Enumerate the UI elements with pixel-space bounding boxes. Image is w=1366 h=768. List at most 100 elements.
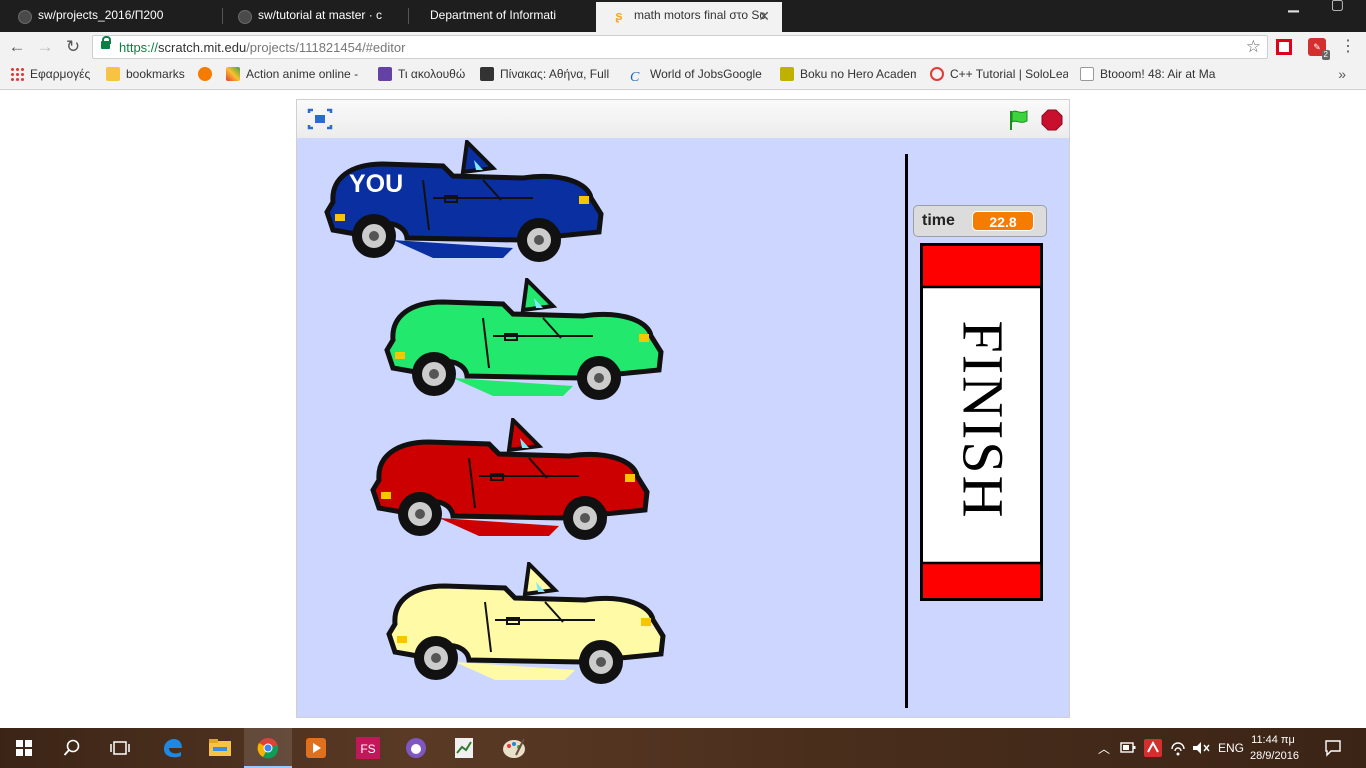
finish-line: [905, 154, 908, 708]
clock-date: 28/9/2016: [1250, 750, 1299, 762]
taskbar-app[interactable]: FS: [344, 728, 392, 768]
svg-text:FS: FS: [360, 742, 375, 756]
search-button[interactable]: [48, 728, 96, 768]
tab-title: math motors final στο Sc: [634, 8, 766, 22]
fs-app-icon: FS: [356, 737, 380, 759]
player-car-sprite[interactable]: [323, 140, 605, 270]
cat-icon: [480, 67, 494, 81]
site-icon-yellow: [780, 67, 794, 81]
tab-title: sw/projects_2016/Π200: [38, 8, 164, 22]
close-tab-icon[interactable]: ✕: [758, 8, 770, 25]
bookmark-item[interactable]: C++ Tutorial | SoloLea: [930, 67, 1068, 81]
taskbar-app-active[interactable]: [244, 728, 292, 768]
taskbar-clock[interactable]: 11:44 πμ 28/9/2016: [1250, 732, 1299, 764]
bookmark-item[interactable]: Τι ακολουθώ: [378, 67, 465, 81]
antivirus-icon[interactable]: [1144, 739, 1162, 757]
address-bar[interactable]: https://scratch.mit.edu/projects/1118214…: [92, 35, 1268, 59]
car-label: YOU: [349, 170, 404, 198]
scratch-favicon-icon: ʂ: [615, 8, 623, 23]
paint-icon: [503, 738, 525, 758]
bookmark-label: bookmarks: [126, 67, 185, 81]
red-car-sprite[interactable]: [369, 418, 651, 548]
action-center-icon[interactable]: [1324, 739, 1342, 757]
fullscreen-icon[interactable]: [307, 108, 333, 130]
opera-extension-icon[interactable]: [1276, 39, 1292, 55]
tab-title: sw/tutorial at master · c: [258, 8, 383, 22]
bookmark-label: Τι ακολουθώ: [398, 67, 466, 81]
extension-icon[interactable]: ✎ 2: [1308, 38, 1330, 60]
github-icon: [238, 10, 252, 24]
url-scheme: https://: [119, 40, 159, 55]
bookmark-item[interactable]: C World of JobsGoogle: [630, 67, 764, 85]
stop-sign-icon[interactable]: [1041, 109, 1063, 131]
start-button[interactable]: [0, 728, 48, 768]
extension-badge: 2: [1321, 50, 1330, 60]
bookmark-label: Εφαρμογές: [30, 67, 91, 81]
bookmark-label: C++ Tutorial | SoloLea: [950, 67, 1068, 81]
bookmark-item[interactable]: [198, 67, 218, 81]
bookmark-label: Action anime online -: [246, 67, 359, 81]
taskbar-app[interactable]: [292, 728, 340, 768]
taskbar-app[interactable]: [148, 728, 196, 768]
green-flag-icon[interactable]: [1007, 108, 1031, 132]
tab-separator: [408, 8, 409, 24]
bookmark-label: Πίνακας: Αθήνα, Full: [500, 67, 610, 81]
github-icon: [18, 10, 32, 24]
folder-icon: [106, 67, 120, 81]
more-bookmarks-icon[interactable]: »: [1338, 66, 1346, 82]
taskbar-app[interactable]: [392, 728, 440, 768]
url-host: scratch.mit.edu: [158, 40, 247, 55]
variable-monitor-time[interactable]: time 22.8: [913, 205, 1047, 237]
window-controls[interactable]: ▁ ▢: [1288, 0, 1358, 13]
site-icon-orange: [198, 67, 212, 81]
green-car-sprite[interactable]: [383, 278, 665, 408]
browser-tab[interactable]: sw/tutorial at master · c: [220, 2, 408, 32]
browser-tab[interactable]: sw/projects_2016/Π200: [0, 2, 222, 32]
reload-icon[interactable]: ↻: [62, 36, 84, 58]
scratch-stage[interactable]: YOU time 22.8 FINISH: [297, 138, 1069, 717]
bookmark-item[interactable]: Action anime online -: [226, 67, 366, 81]
bookmark-item[interactable]: Btooom! 48: Air at Ma: [1080, 67, 1216, 81]
variable-value: 22.8: [972, 211, 1034, 231]
tab-title: Department of Informati: [430, 8, 557, 22]
tray-overflow-icon[interactable]: ︿: [1098, 740, 1110, 757]
bookmark-folder[interactable]: bookmarks: [106, 67, 185, 81]
browser-menu-icon[interactable]: ⋮: [1340, 36, 1356, 56]
browser-tab-active[interactable]: ʂ math motors final στο Sc ✕: [596, 2, 782, 32]
bookmark-item[interactable]: Boku no Hero Academ: [780, 67, 916, 81]
back-arrow-icon[interactable]: ←: [6, 36, 28, 58]
scratch-player: YOU time 22.8 FINISH: [296, 99, 1070, 718]
browser-tab[interactable]: Department of Informati: [410, 2, 596, 32]
battery-icon[interactable]: [1120, 742, 1136, 754]
taskbar-app[interactable]: [490, 728, 538, 768]
url-text[interactable]: https://scratch.mit.edu/projects/1118214…: [119, 40, 405, 55]
yellow-car-sprite[interactable]: [385, 562, 667, 692]
windows-taskbar: FS ︿ ENG 11:44 πμ 28/9/2016: [0, 728, 1366, 768]
lock-icon: [101, 36, 111, 49]
notepad-chart-icon: [455, 738, 473, 758]
player-controls-bar: [297, 100, 1069, 139]
taskbar-app[interactable]: [440, 728, 488, 768]
bookmark-label: Btooom! 48: Air at Ma: [1100, 67, 1216, 81]
site-icon-multicolor: [226, 67, 240, 81]
language-indicator[interactable]: ENG: [1218, 741, 1244, 755]
file-explorer-icon: [209, 739, 231, 756]
variable-name: time: [922, 212, 955, 229]
forward-arrow-icon[interactable]: →: [34, 36, 56, 58]
apps-icon: [10, 67, 24, 81]
page-icon: [1080, 67, 1094, 81]
c-icon: C: [630, 70, 640, 85]
bookmark-star-icon[interactable]: ☆: [1246, 37, 1261, 57]
media-player-icon: [306, 738, 326, 758]
bookmark-item[interactable]: Πίνακας: Αθήνα, Full: [480, 67, 612, 81]
volume-muted-icon[interactable]: [1192, 741, 1210, 755]
bookmark-label: World of JobsGoogle: [650, 67, 762, 81]
network-icon[interactable]: [1170, 741, 1186, 757]
clock-time: 11:44 πμ: [1251, 734, 1295, 746]
taskbar-app[interactable]: [196, 728, 244, 768]
task-view-button[interactable]: [96, 728, 144, 768]
task-view-icon: [110, 741, 130, 755]
bookmark-apps[interactable]: Εφαρμογές: [10, 67, 90, 81]
url-path: /projects/111821454/#editor: [246, 40, 406, 55]
tab-strip: sw/projects_2016/Π200 sw/tutorial at mas…: [0, 0, 1366, 32]
